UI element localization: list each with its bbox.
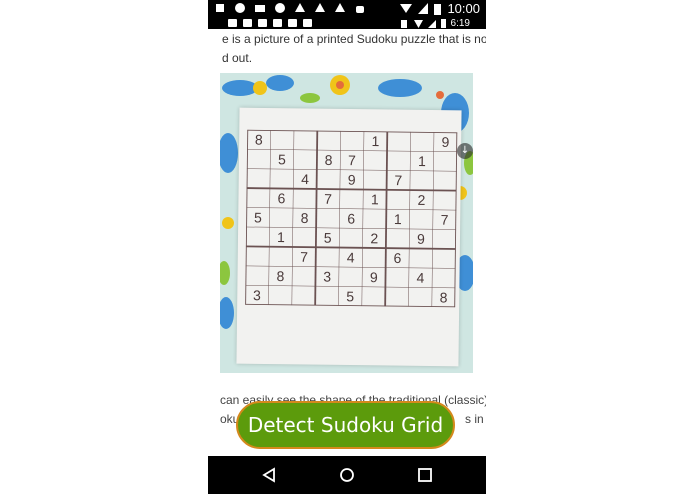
sudoku-cell-digit: 4 bbox=[347, 249, 355, 265]
checkbox-icon bbox=[303, 19, 312, 27]
sudoku-cell-digit: 4 bbox=[301, 171, 309, 187]
android-icon bbox=[356, 6, 364, 13]
vibrate-icon bbox=[400, 19, 407, 28]
sudoku-cell-digit: 4 bbox=[417, 270, 425, 286]
grid-line bbox=[247, 129, 458, 134]
sudoku-cell-digit: 9 bbox=[370, 269, 378, 285]
drive-icon bbox=[295, 3, 305, 12]
navigation-bar bbox=[208, 456, 486, 494]
sudoku-cell-digit: 7 bbox=[348, 152, 356, 168]
grid-line bbox=[454, 132, 458, 308]
inner-clock: 6:19 bbox=[450, 18, 470, 29]
sudoku-cell-digit: 8 bbox=[255, 132, 263, 148]
inner-status-bar: 6:19 bbox=[208, 18, 486, 29]
home-icon[interactable] bbox=[338, 466, 356, 484]
sudoku-cell-digit: 7 bbox=[394, 172, 402, 188]
checkbox-icon bbox=[258, 19, 267, 27]
article-line: d out. bbox=[222, 51, 253, 65]
grid-line bbox=[314, 130, 319, 306]
sudoku-photo[interactable]: 819587149767125861715297468394358 ↓ bbox=[220, 73, 473, 373]
sudoku-cell-digit: 7 bbox=[300, 249, 308, 265]
sudoku-cell-digit: 7 bbox=[324, 191, 332, 207]
article-line: e is a picture of a printed Sudoku puzzl… bbox=[222, 32, 486, 46]
status-bar: 10:00 bbox=[208, 0, 486, 18]
sudoku-cell-digit: 3 bbox=[253, 287, 261, 303]
notification-icon bbox=[216, 4, 224, 12]
paper-sheet: 819587149767125861715297468394358 bbox=[236, 107, 462, 367]
sudoku-grid: 8 1 95 8 7 14 9 76 7 1 25 8 6 1 71 5 2 97 4 68 3 9 43 5 8 bbox=[245, 129, 458, 308]
signal-icon bbox=[427, 19, 436, 28]
wifi-icon bbox=[400, 4, 413, 13]
article-text-top: e is a picture of a printed Sudoku puzzl… bbox=[222, 30, 486, 68]
drive-icon bbox=[335, 3, 345, 12]
grid-line bbox=[361, 131, 365, 307]
sudoku-cell-digit: 9 bbox=[417, 231, 425, 247]
grid-line bbox=[268, 130, 271, 306]
sudoku-cell-digit: 7 bbox=[441, 212, 449, 228]
sudoku-cell-digit: 1 bbox=[277, 229, 285, 245]
grid-line bbox=[245, 303, 456, 308]
grid-line bbox=[291, 130, 295, 306]
back-icon[interactable] bbox=[260, 466, 278, 484]
phone-screen: 10:00 6:19 e is a picture of a printed S… bbox=[208, 0, 486, 494]
notification-icons bbox=[214, 2, 366, 14]
detect-sudoku-grid-button[interactable]: Detect Sudoku Grid bbox=[236, 401, 455, 449]
sudoku-cell-digit: 6 bbox=[347, 210, 355, 226]
battery-icon bbox=[440, 19, 446, 28]
sudoku-cell-digit: 6 bbox=[277, 190, 285, 206]
sudoku-cell-digit: 5 bbox=[324, 230, 332, 246]
mail-icon bbox=[255, 5, 265, 12]
sudoku-cell-digit: 8 bbox=[301, 210, 309, 226]
clock: 10:00 bbox=[447, 1, 480, 16]
sudoku-cell-digit: 1 bbox=[372, 133, 380, 149]
sudoku-cell-digit: 8 bbox=[277, 268, 285, 284]
sudoku-cell-digit: 9 bbox=[348, 172, 356, 188]
wifi-icon bbox=[413, 19, 423, 28]
sudoku-cell-digit: 1 bbox=[394, 211, 402, 227]
grid-line bbox=[408, 131, 411, 307]
sudoku-cell-digit: 9 bbox=[442, 134, 450, 150]
article-fragment: s in bbox=[465, 412, 484, 426]
grid-line bbox=[431, 132, 435, 308]
image-icon bbox=[228, 19, 237, 27]
grid-line bbox=[384, 131, 389, 307]
battery-icon bbox=[434, 3, 442, 15]
checkbox-icon bbox=[243, 19, 252, 27]
sudoku-cell-digit: 8 bbox=[325, 152, 333, 168]
sudoku-cell-digit: 5 bbox=[278, 151, 286, 167]
sudoku-cell-digit: 3 bbox=[323, 269, 331, 285]
sudoku-cell-digit: 5 bbox=[346, 288, 354, 304]
recents-icon[interactable] bbox=[416, 466, 434, 484]
sudoku-cell-digit: 2 bbox=[417, 192, 425, 208]
sudoku-cell-digit: 2 bbox=[370, 230, 378, 246]
sudoku-cell-digit: 5 bbox=[254, 209, 262, 225]
sudoku-cell-digit: 1 bbox=[371, 191, 379, 207]
checkbox-icon bbox=[273, 19, 282, 27]
sudoku-cell-digit: 8 bbox=[440, 289, 448, 305]
checkbox-icon bbox=[288, 19, 297, 27]
sudoku-cell-digit: 1 bbox=[418, 153, 426, 169]
inner-notification-icons bbox=[228, 19, 312, 27]
check-icon bbox=[235, 3, 245, 13]
grid-line bbox=[338, 130, 341, 306]
download-icon[interactable]: ↓ bbox=[457, 143, 473, 159]
signal-icon bbox=[418, 3, 429, 14]
drive-icon bbox=[315, 3, 325, 12]
check-icon bbox=[275, 3, 285, 13]
sudoku-cell-digit: 6 bbox=[393, 250, 401, 266]
grid-line bbox=[245, 129, 249, 305]
